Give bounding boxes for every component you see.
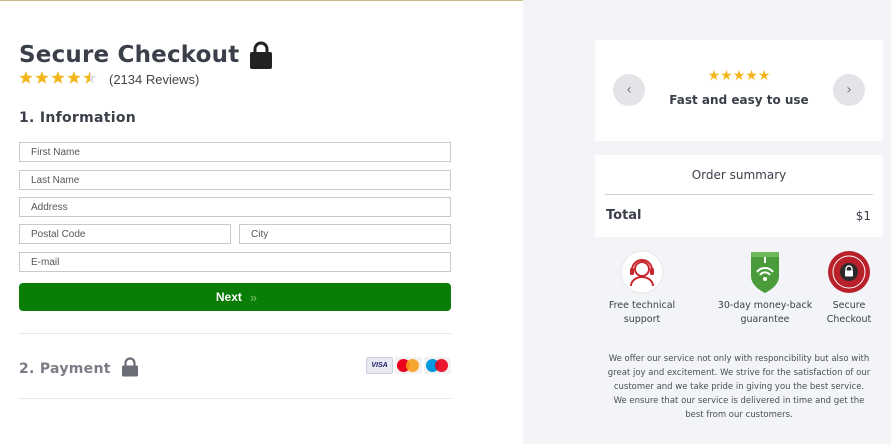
title-row: Secure Checkout [19,40,273,70]
total-amount: $1 [855,209,871,223]
mastercard-icon [395,357,422,374]
about-text: We offer our service not only with respo… [607,354,871,420]
badge-support: Free technical support [603,250,681,327]
last-name-input[interactable] [19,170,451,190]
section-divider [19,333,451,334]
visa-card-icon: VISA [366,357,393,374]
maestro-icon [424,357,451,374]
rating-star [19,71,33,84]
top-border [0,0,523,1]
next-button[interactable]: Next » [19,283,451,311]
rating: (2134 Reviews) [19,70,199,89]
double-chevron-right-icon: » [249,289,257,305]
page-title: Secure Checkout [19,42,240,68]
badge-guarantee-line1: 30-day money-back [717,300,813,311]
information-heading: 1. Information [19,110,137,126]
city-input[interactable] [239,224,451,244]
payment-heading-label: 2. Payment [19,361,111,377]
address-input[interactable] [19,197,451,217]
postal-code-input[interactable] [19,224,231,244]
badge-support-line1: Free technical [608,300,676,311]
testimonial-carousel: ‹ ★★★★★ Fast and easy to use › [595,40,883,141]
rating-stars [19,70,99,89]
section-divider [19,398,451,399]
payment-heading[interactable]: 2. Payment [19,357,139,381]
rating-star [51,71,65,84]
badge-secure: Secure Checkout [818,250,880,327]
carousel-next-button[interactable]: › [833,74,865,106]
review-count: (2134 Reviews) [109,72,200,87]
support-agent-icon [620,250,664,294]
badge-guarantee-line2: guarantee [740,314,790,325]
secure-checkout-seal-icon [827,250,871,294]
lock-icon [121,357,139,381]
badge-guarantee: 30-day money-back guarantee [698,250,832,327]
badge-secure-line2: Checkout [826,314,872,325]
star-rating-icon [19,71,97,84]
badge-support-line2: support [623,314,661,325]
order-summary-title: Order summary [691,168,787,182]
order-summary: Order summary Total $1 [595,155,883,237]
total-label: Total [606,208,642,223]
badge-secure-line1: Secure [832,300,866,311]
rating-star [35,71,49,84]
first-name-input[interactable] [19,142,451,162]
lock-icon [249,40,273,70]
rating-star [83,71,97,84]
payment-card-logos: VISA [366,357,451,374]
email-input[interactable] [19,252,451,272]
summary-divider [605,194,873,195]
next-button-label: Next [215,290,242,304]
guarantee-shield-icon [743,250,787,294]
rating-star [67,71,81,84]
chevron-right-icon: › [846,82,852,98]
